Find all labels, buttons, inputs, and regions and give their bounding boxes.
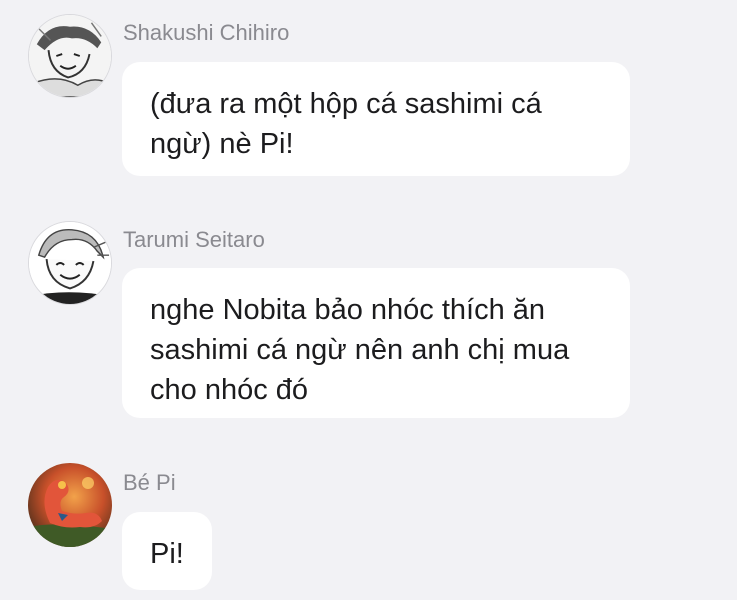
flamingo-icon [28,463,112,547]
manga-man-icon [29,222,111,304]
flamingo-avatar[interactable] [28,463,112,547]
sender-name: Bé Pi [123,470,176,495]
sender-name: Shakushi Chihiro [123,20,290,45]
manga-boy-avatar[interactable] [28,14,112,98]
message-bubble: (đưa ra một hộp cá sashimi cá ngừ) nè Pi… [122,62,630,176]
sender-name: Tarumi Seitaro [123,227,265,252]
message-bubble: nghe Nobita bảo nhóc thích ăn sashimi cá… [122,268,630,418]
manga-boy-icon [29,15,111,97]
manga-smiling-man-avatar[interactable] [28,221,112,305]
message-bubble: Pi! [122,512,212,590]
